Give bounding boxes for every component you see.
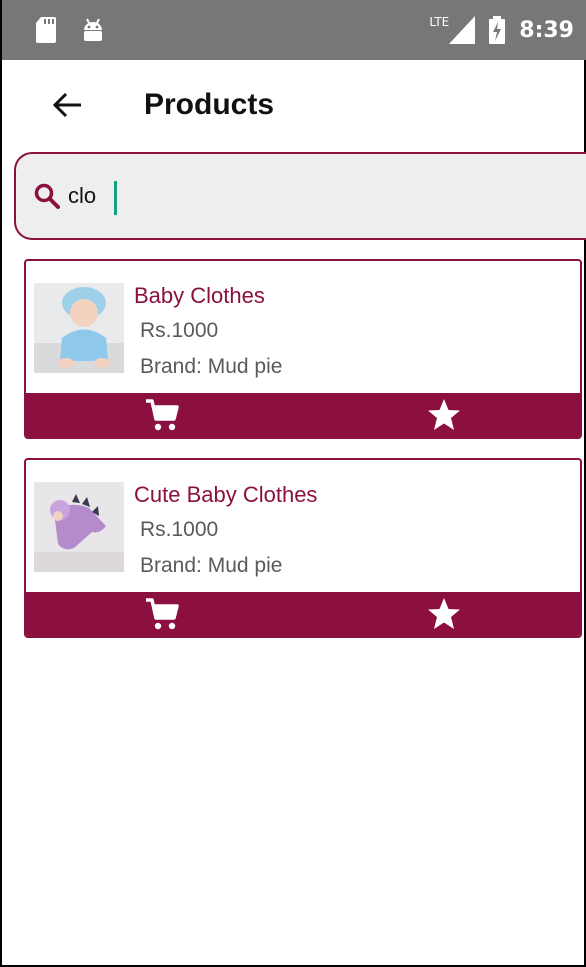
back-button[interactable] (38, 75, 98, 135)
screen: LTE 8:39 Products clo Baby Clothes Rs.10… (0, 0, 586, 967)
cart-icon[interactable] (144, 397, 180, 433)
product-name: Cute Baby Clothes (134, 482, 318, 507)
status-bar: LTE 8:39 (2, 0, 586, 60)
card-action-bar (26, 393, 580, 437)
search-bar[interactable] (14, 152, 586, 240)
product-brand: Brand: Mud pie (140, 554, 283, 577)
text-caret (114, 181, 117, 215)
page-title: Products (144, 88, 275, 121)
search-input[interactable] (68, 183, 368, 209)
clock: 8:39 (519, 17, 574, 43)
signal-icon (449, 16, 476, 44)
sd-card-icon (36, 17, 56, 43)
product-brand: Brand: Mud pie (140, 355, 283, 378)
android-icon (84, 18, 102, 41)
star-icon[interactable] (426, 596, 462, 632)
star-icon[interactable] (426, 397, 462, 433)
network-type-label: LTE (429, 15, 450, 29)
search-icon (34, 183, 60, 209)
product-price: Rs.1000 (140, 319, 219, 342)
app-bar: Products (14, 60, 586, 150)
arrow-back-icon (53, 92, 81, 118)
battery-charging-icon (489, 16, 506, 44)
product-image (34, 283, 124, 373)
product-image (34, 482, 124, 572)
product-name: Baby Clothes (134, 283, 265, 308)
product-price: Rs.1000 (140, 518, 219, 541)
card-action-bar (26, 592, 580, 636)
product-card[interactable]: Baby Clothes Rs.1000 Brand: Mud pie (24, 259, 582, 439)
cart-icon[interactable] (144, 596, 180, 632)
product-card[interactable]: Cute Baby Clothes Rs.1000 Brand: Mud pie (24, 458, 582, 638)
